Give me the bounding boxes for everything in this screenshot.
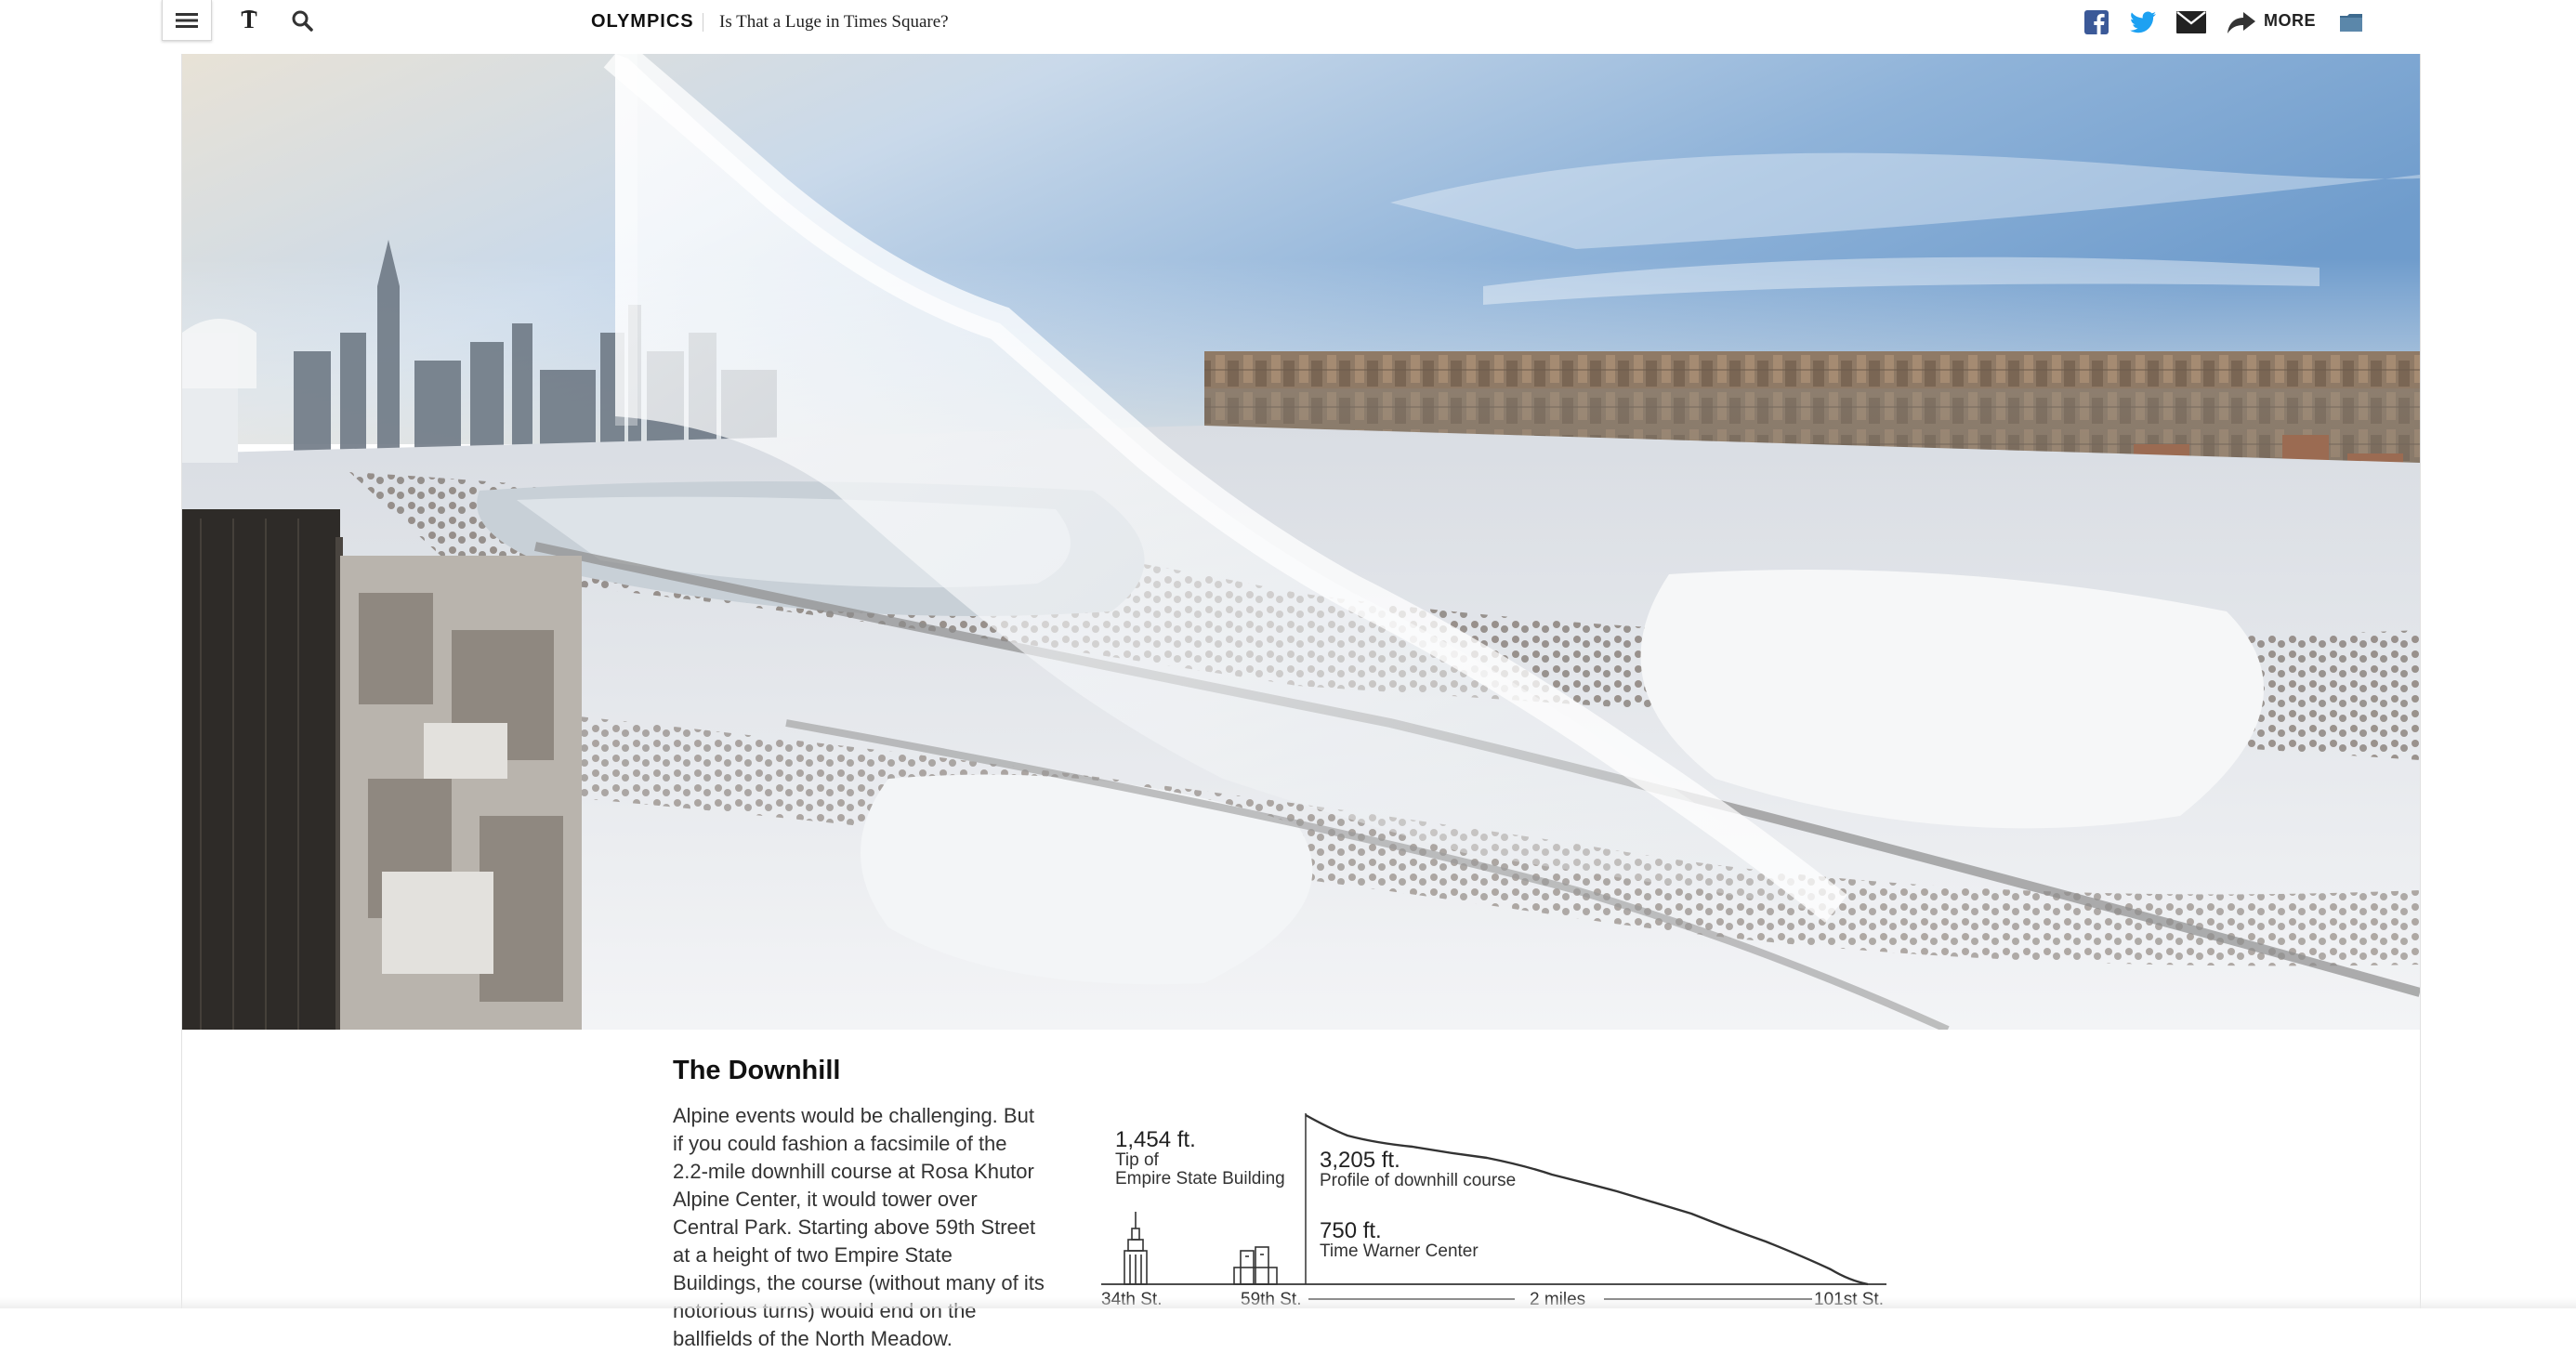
- menu-button[interactable]: [162, 0, 212, 41]
- central-park-aerial-photo: [182, 54, 2420, 1030]
- twc-caption: Time Warner Center: [1320, 1241, 1479, 1261]
- email-share-button[interactable]: [2176, 8, 2206, 36]
- scroll-fade: [0, 1297, 2576, 1308]
- nyt-logo-icon[interactable]: T: [238, 7, 260, 33]
- save-folder-icon: [2340, 14, 2362, 32]
- top-navigation-bar: T OLYMPICS Is That a Luge in Times Squar…: [0, 0, 2576, 54]
- share-arrow-icon: [2228, 12, 2255, 33]
- article-paragraph: Alpine events would be challenging. But …: [673, 1104, 1045, 1350]
- facebook-share-button[interactable]: [2084, 8, 2109, 36]
- time-warner-center-icon: [1233, 1246, 1278, 1285]
- section-label[interactable]: OLYMPICS: [591, 11, 694, 33]
- hero-image: [182, 54, 2420, 1030]
- more-label[interactable]: MORE: [2264, 11, 2316, 31]
- empire-caption-line1: Tip of: [1115, 1150, 1160, 1170]
- search-icon[interactable]: [290, 7, 314, 33]
- email-icon: [2176, 11, 2206, 33]
- downhill-profile-graphic: 1,454 ft. Tip of Empire State Building 3…: [1097, 1102, 1896, 1309]
- facebook-icon: [2084, 10, 2109, 34]
- article-headline: Is That a Luge in Times Square?: [719, 12, 949, 32]
- more-share-button[interactable]: [2227, 8, 2256, 36]
- course-height-value: 3,205 ft.: [1320, 1148, 1400, 1173]
- twc-height-value: 750 ft.: [1320, 1218, 1382, 1243]
- empire-state-building-icon: [1124, 1212, 1148, 1285]
- course-caption: Profile of downhill course: [1320, 1171, 1516, 1190]
- twitter-icon: [2130, 11, 2156, 33]
- hamburger-menu-icon: [176, 12, 198, 28]
- empire-caption-line2: Empire State Building: [1115, 1169, 1285, 1189]
- twitter-share-button[interactable]: [2130, 8, 2156, 36]
- save-button[interactable]: [2339, 8, 2363, 36]
- section-heading: The Downhill: [673, 1056, 841, 1085]
- empire-height-value: 1,454 ft.: [1115, 1127, 1196, 1152]
